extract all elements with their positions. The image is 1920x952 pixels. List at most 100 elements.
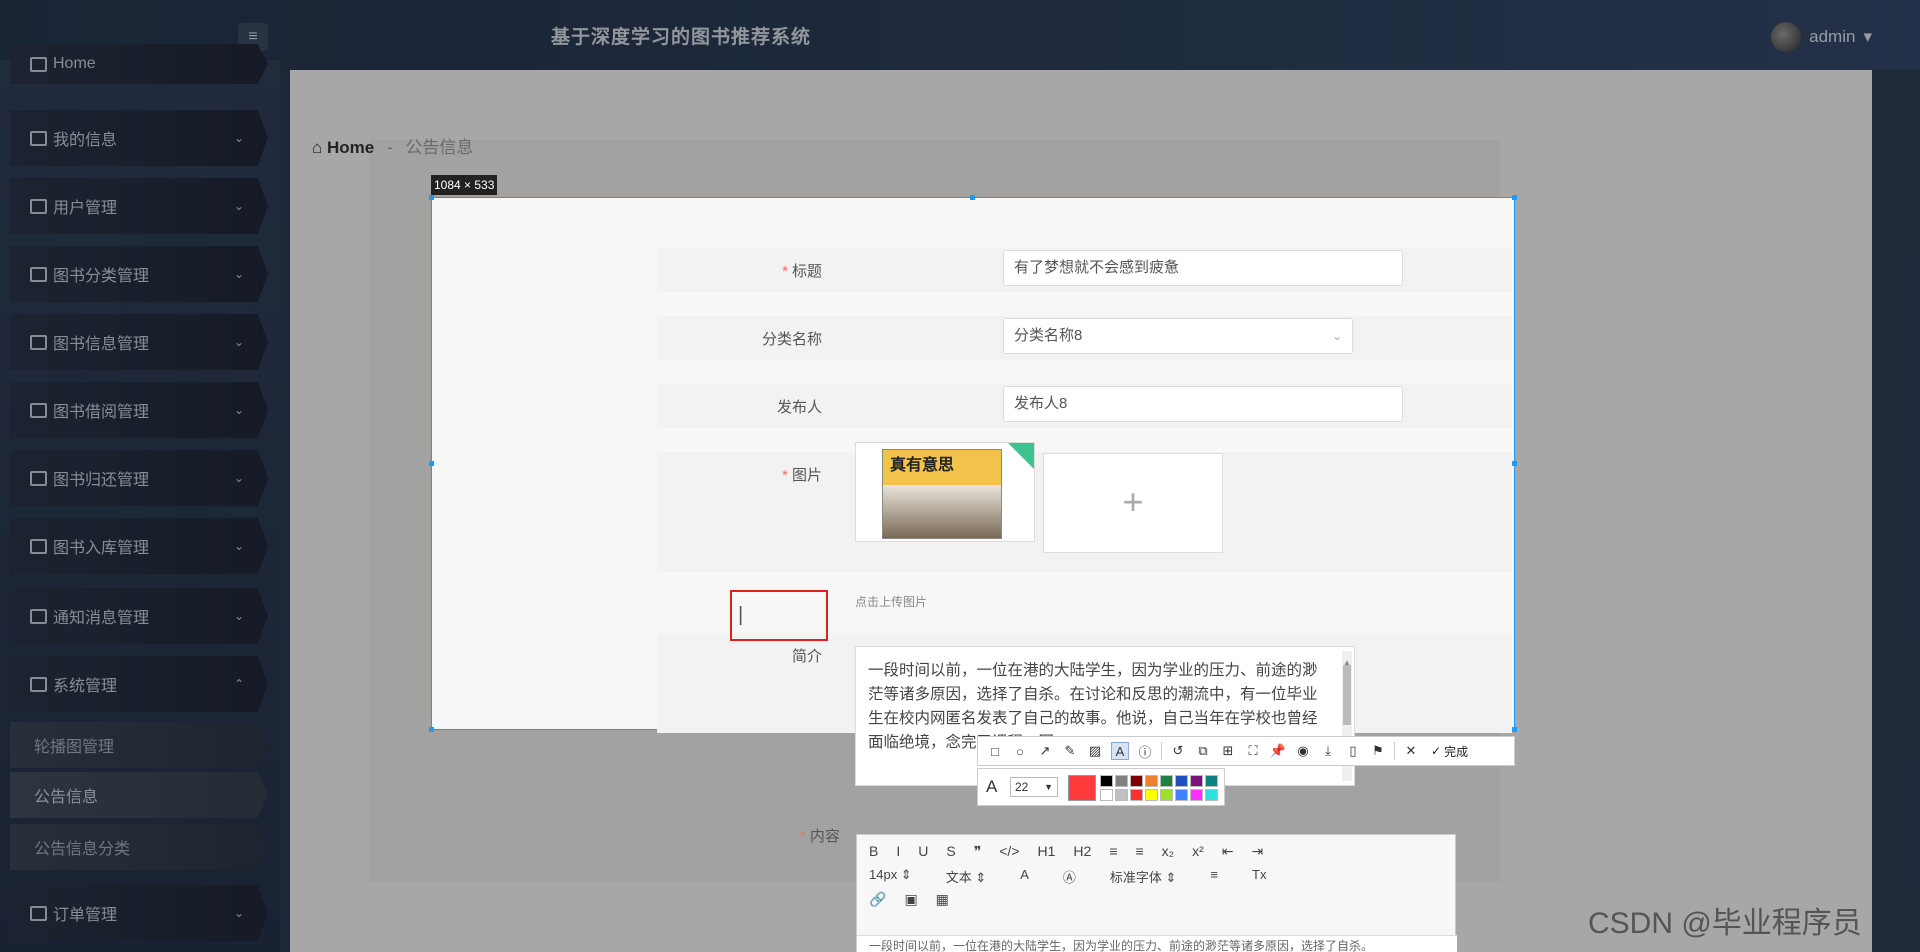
bullet-list-button[interactable]: ≡ — [1135, 843, 1143, 860]
color-swatch[interactable] — [1190, 789, 1203, 801]
record-icon[interactable]: ◉ — [1294, 742, 1312, 760]
text-style-panel: A 22 ▼ — [977, 768, 1225, 806]
background-color-button[interactable]: Ⓐ — [1063, 867, 1076, 886]
editor-body[interactable]: 一段时间以前，一位在港的大陆学生，因为学业的压力、前途的渺茫等诸多原因，选择了自… — [857, 935, 1457, 952]
quote-button[interactable]: ❞ — [974, 843, 982, 860]
color-swatch[interactable] — [1160, 789, 1173, 801]
color-swatch[interactable] — [1100, 789, 1113, 801]
bookmark-icon[interactable]: ⚑ — [1369, 742, 1387, 760]
watermark: CSDN @毕业程序员 — [1588, 907, 1862, 940]
color-swatch[interactable] — [1115, 775, 1128, 787]
image-icon[interactable]: ▣ — [904, 891, 917, 908]
italic-button[interactable]: I — [896, 843, 900, 860]
check-icon: ✓ — [1431, 744, 1442, 758]
ellipse-tool-icon[interactable]: ○ — [1011, 742, 1029, 760]
resize-handle[interactable] — [1512, 461, 1517, 466]
resize-handle[interactable] — [429, 461, 434, 466]
separator — [1161, 742, 1162, 760]
pen-tool-icon[interactable]: ✎ — [1061, 742, 1079, 760]
color-swatch[interactable] — [1205, 789, 1218, 801]
color-swatch[interactable] — [1130, 775, 1143, 787]
current-color-swatch[interactable] — [1068, 775, 1096, 801]
font-size-select[interactable]: 22 ▼ — [1010, 777, 1058, 797]
rich-text-editor[interactable]: B I U S ❞ </> H1 H2 ≡ ≡ x₂ x² ⇤ ⇥ 14px ⇕… — [856, 834, 1457, 952]
color-swatch[interactable] — [1145, 775, 1158, 787]
underline-button[interactable]: U — [918, 843, 928, 860]
phone-icon[interactable]: ▯ — [1344, 742, 1362, 760]
editor-toolbar-row3: 🔗 ▣ ▦ — [869, 891, 949, 908]
category-select[interactable]: 分类名称8 ⌄ — [1003, 318, 1353, 354]
publisher-input[interactable]: 发布人8 — [1003, 386, 1403, 422]
font-color-button[interactable]: A — [1020, 867, 1029, 886]
font-size-select[interactable]: 14px ⇕ — [869, 867, 912, 886]
font-icon: A — [986, 777, 998, 796]
fullscreen-icon[interactable]: ⛶ — [1244, 742, 1262, 760]
indent-button[interactable]: ⇥ — [1252, 843, 1264, 860]
red-rectangle-annotation[interactable]: | — [730, 590, 828, 641]
download-icon[interactable]: ⤓ — [1319, 742, 1337, 760]
ocr-icon[interactable]: ⊞ — [1219, 742, 1237, 760]
editor-toolbar-row1: B I U S ❞ </> H1 H2 ≡ ≡ x₂ x² ⇤ ⇥ — [869, 843, 1263, 860]
h1-button[interactable]: H1 — [1038, 843, 1056, 860]
resize-handle[interactable] — [429, 195, 434, 200]
title-label: * 标题 — [782, 263, 822, 280]
uploaded-check-badge — [1008, 443, 1034, 469]
color-swatch[interactable] — [1205, 775, 1218, 787]
content-label: * 内容 — [800, 828, 840, 845]
align-button[interactable]: ≡ — [1210, 867, 1218, 886]
upload-button[interactable]: + — [1043, 453, 1223, 553]
clear-format-button[interactable]: Tx — [1252, 867, 1266, 886]
subscript-button[interactable]: x₂ — [1162, 843, 1174, 860]
uploaded-image[interactable]: 真有意思 — [855, 442, 1035, 542]
scroll-thumb[interactable] — [1343, 665, 1351, 725]
text-cursor-icon: | — [738, 604, 744, 626]
pin-icon[interactable]: 📌 — [1269, 742, 1287, 760]
text-type-select[interactable]: 文本 ⇕ — [946, 867, 987, 886]
arrow-tool-icon[interactable]: ↗ — [1036, 742, 1054, 760]
form-row-publisher: 发布人 发布人8 — [657, 384, 1512, 428]
ordered-list-button[interactable]: ≡ — [1109, 843, 1117, 860]
color-swatch[interactable] — [1145, 789, 1158, 801]
resize-handle[interactable] — [970, 195, 975, 200]
form-row-title: * 标题 有了梦想就不会感到疲惫 — [657, 248, 1512, 292]
mosaic-tool-icon[interactable]: ▨ — [1086, 742, 1104, 760]
chevron-down-icon: ⌄ — [1331, 329, 1342, 343]
editor-toolbar-row2: 14px ⇕ 文本 ⇕ A Ⓐ 标准字体 ⇕ ≡ Tx — [869, 867, 1266, 886]
number-tool-icon[interactable]: ⓘ — [1136, 742, 1154, 760]
color-swatch[interactable] — [1175, 789, 1188, 801]
superscript-button[interactable]: x² — [1192, 843, 1204, 860]
category-label: 分类名称 — [761, 331, 822, 348]
resize-handle[interactable] — [429, 727, 434, 732]
color-swatch[interactable] — [1130, 789, 1143, 801]
scroll-capture-icon[interactable]: ⧉ — [1194, 742, 1212, 760]
rectangle-tool-icon[interactable]: □ — [986, 742, 1004, 760]
color-swatch[interactable] — [1175, 775, 1188, 787]
text-tool-icon[interactable]: A — [1111, 742, 1129, 760]
separator — [1394, 742, 1395, 760]
font-family-select[interactable]: 标准字体 ⇕ — [1110, 867, 1177, 886]
close-icon[interactable]: ✕ — [1402, 742, 1420, 760]
done-button[interactable]: ✓ 完成 — [1431, 743, 1468, 760]
code-button[interactable]: </> — [999, 843, 1019, 860]
video-icon[interactable]: ▦ — [936, 891, 949, 908]
upload-hint: 点击上传图片 — [855, 595, 928, 609]
resize-handle[interactable] — [1512, 195, 1517, 200]
color-swatch[interactable] — [1190, 775, 1203, 787]
capture-dim-top — [0, 0, 1920, 197]
color-swatch[interactable] — [1100, 775, 1113, 787]
intro-label: 简介 — [791, 648, 822, 665]
strike-button[interactable]: S — [946, 843, 955, 860]
h2-button[interactable]: H2 — [1073, 843, 1091, 860]
bold-button[interactable]: B — [869, 843, 878, 860]
color-swatch[interactable] — [1160, 775, 1173, 787]
capture-dim-right — [1515, 197, 1920, 730]
title-input[interactable]: 有了梦想就不会感到疲惫 — [1003, 250, 1403, 286]
link-icon[interactable]: 🔗 — [869, 891, 886, 908]
image-label: * 图片 — [782, 467, 822, 484]
undo-icon[interactable]: ↺ — [1169, 742, 1187, 760]
resize-handle[interactable] — [1512, 727, 1517, 732]
plus-icon: + — [1122, 481, 1144, 522]
capture-size-label: 1084 × 533 — [431, 175, 498, 195]
outdent-button[interactable]: ⇤ — [1222, 843, 1234, 860]
color-swatch[interactable] — [1115, 789, 1128, 801]
